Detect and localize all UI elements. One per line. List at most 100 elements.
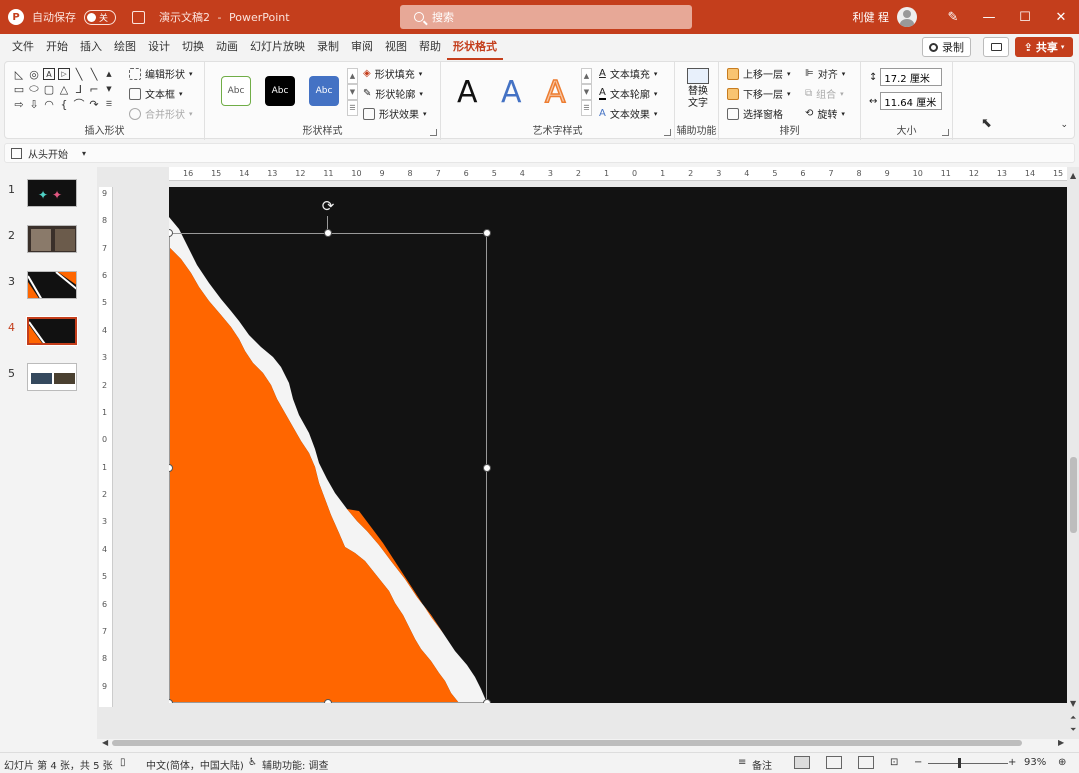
text-fill-button[interactable]: A 文本填充 ▾ [599,66,657,81]
shape-width-input[interactable] [880,92,943,110]
shape-style-black-swatch[interactable]: Abc [265,76,295,106]
slide-sorter-icon[interactable] [826,756,842,769]
rectangle-icon[interactable]: ▭ [13,83,25,96]
next-slide-icon[interactable]: ⏷ [1070,725,1076,735]
triangle-line-icon[interactable]: ◺ [13,68,25,81]
record-button[interactable]: 录制 [922,37,971,57]
shape-style-blue-swatch[interactable]: Abc [309,76,339,106]
tab-insert[interactable]: 插入 [74,34,108,60]
right-arrow-icon[interactable]: ⇨ [13,98,25,111]
zoom-slider[interactable] [928,763,1008,764]
wordart-orange-letter[interactable]: A [544,75,566,111]
curve-icon[interactable]: ⌒ [73,98,85,111]
scroll-up-icon[interactable]: ▲ [581,68,592,84]
tab-view[interactable]: 视图 [379,34,413,60]
scroll-left-icon[interactable]: ◀ [102,738,108,747]
close-icon[interactable]: ✕ [1043,0,1079,34]
elbow-arrow-icon[interactable]: ⌐ [88,83,100,96]
text-outline-button[interactable]: A 文本轮廓 ▾ [599,86,657,101]
text-effects-button[interactable]: A 文本效果 ▾ [599,106,657,121]
zoom-in-icon[interactable]: + [1008,757,1016,768]
user-name[interactable]: 利健 程 [853,9,890,25]
search-box[interactable] [400,5,692,29]
oval-icon[interactable]: ⬭ [28,82,40,95]
tab-transitions[interactable]: 切换 [176,34,210,60]
search-input[interactable] [432,10,632,24]
send-backward-button[interactable]: 下移一层 ▾ [727,86,791,101]
bring-forward-button[interactable]: 上移一层 ▾ [727,66,791,81]
slide-preview[interactable]: ✦ ✦ [27,179,77,207]
triangle-icon[interactable]: △ [58,83,70,96]
dialog-launcher-icon[interactable] [664,129,671,136]
language-indicator[interactable]: 中文(简体，中国大陆) [146,757,244,772]
spellcheck-icon[interactable]: ▯ [120,757,126,768]
slide-thumbnail-1[interactable]: 1 ✦ ✦ [0,175,97,215]
ring-icon[interactable]: ◎ [28,68,40,81]
align-button[interactable]: ⊫ 对齐 ▾ [805,66,845,81]
slide-preview[interactable] [26,316,78,346]
vertical-scroll-thumb[interactable] [1070,457,1077,533]
tab-review[interactable]: 审阅 [345,34,379,60]
accessibility-status[interactable]: 辅助功能: 调查 [262,757,329,772]
resize-handle-top-left[interactable] [169,229,173,237]
textbox-play-icon[interactable]: ▷ [58,68,70,80]
down-arrow-icon[interactable]: ⇩ [28,98,40,111]
resize-handle-bottom[interactable] [324,699,332,703]
slide-preview[interactable] [27,225,77,253]
zoom-out-icon[interactable]: − [914,757,922,768]
pen-icon[interactable]: ✎ [935,0,971,34]
minimize-icon[interactable]: — [971,0,1007,34]
save-icon[interactable] [132,10,145,24]
scroll-down-icon[interactable]: ▼ [347,84,358,100]
line-icon[interactable]: ╲ [73,68,85,81]
wordart-gallery-scroll[interactable]: ▲ ▼ ☰ [581,68,592,116]
dialog-launcher-icon[interactable] [942,129,949,136]
shape-height-input[interactable] [880,68,943,86]
normal-view-icon[interactable] [794,756,810,769]
maximize-icon[interactable]: ☐ [1007,0,1043,34]
resize-handle-bottom-left[interactable] [169,699,173,703]
freeform-icon[interactable]: ◠ [43,98,55,111]
tab-draw[interactable]: 绘图 [108,34,142,60]
shape-gallery[interactable]: ◺ ◎ A ▷ ╲ ╲ ▲ ▭ ⬭ ▢ △ ⅃ ⌐ ▼ ⇨ ⇩ ◠ { ⌒ ↷ … [13,68,118,112]
slide-count[interactable]: 幻灯片 第 4 张，共 5 张 [4,757,113,772]
scroll-up-icon[interactable]: ▲ [1070,171,1076,180]
collapse-ribbon-icon[interactable]: ⌄ [1060,120,1068,130]
line-diag-icon[interactable]: ╲ [88,68,100,81]
autosave-toggle[interactable]: 关 [84,9,116,25]
wordart-black-letter[interactable]: A [457,76,478,110]
rounded-rect-icon[interactable]: ▢ [43,83,55,96]
previous-slide-icon[interactable]: ⏶ [1070,713,1076,723]
slide-preview[interactable] [27,271,77,299]
scroll-right-icon[interactable]: ▶ [1058,738,1064,747]
from-beginning-button[interactable]: 从头开始 [28,146,68,161]
shape-outline-button[interactable]: ✎ 形状轮廓 ▾ [363,86,423,101]
slide-preview[interactable] [27,363,77,391]
gallery-more-icon[interactable]: ☰ [103,98,115,110]
tab-help[interactable]: 帮助 [413,34,447,60]
alt-text-button[interactable]: 替换 文字 [685,68,711,110]
scroll-down-icon[interactable]: ▼ [581,84,592,100]
rotate-handle-icon[interactable]: ⟳ [320,198,336,214]
elbow-connector-icon[interactable]: ⅃ [73,83,85,96]
vertical-scrollbar[interactable]: ▲ ▼ ⏶ ⏷ [1068,167,1079,739]
tab-slideshow[interactable]: 幻灯片放映 [244,34,311,60]
gallery-more-icon[interactable]: ☰ [581,100,592,116]
avatar[interactable] [897,7,917,27]
shape-effects-button[interactable]: 形状效果 ▾ [363,106,427,121]
tab-home[interactable]: 开始 [40,34,74,60]
slide-thumbnail-5[interactable]: 5 [0,359,97,399]
brace-icon[interactable]: { [58,98,70,111]
tab-design[interactable]: 设计 [142,34,176,60]
shape-fill-button[interactable]: ◈ 形状填充 ▾ [363,66,422,81]
customize-qat-icon[interactable]: ▾ [82,149,86,158]
zoom-level[interactable]: 93% [1024,757,1046,768]
wordart-blue-letter[interactable]: A [501,76,522,110]
gallery-more-icon[interactable]: ☰ [347,100,358,116]
edit-shape-button[interactable]: 编辑形状 ▾ [129,66,193,81]
slide-editor[interactable]: 16 15 14 13 12 11 10 9 8 7 6 5 4 3 2 1 0 1 2 3 4 5 6 7 8 9 10 11 12 1… [97,167,1079,739]
textbox-a-icon[interactable]: A [43,68,55,80]
resize-handle-right[interactable] [483,464,491,472]
curve-arrow-icon[interactable]: ↷ [88,98,100,111]
tab-animations[interactable]: 动画 [210,34,244,60]
